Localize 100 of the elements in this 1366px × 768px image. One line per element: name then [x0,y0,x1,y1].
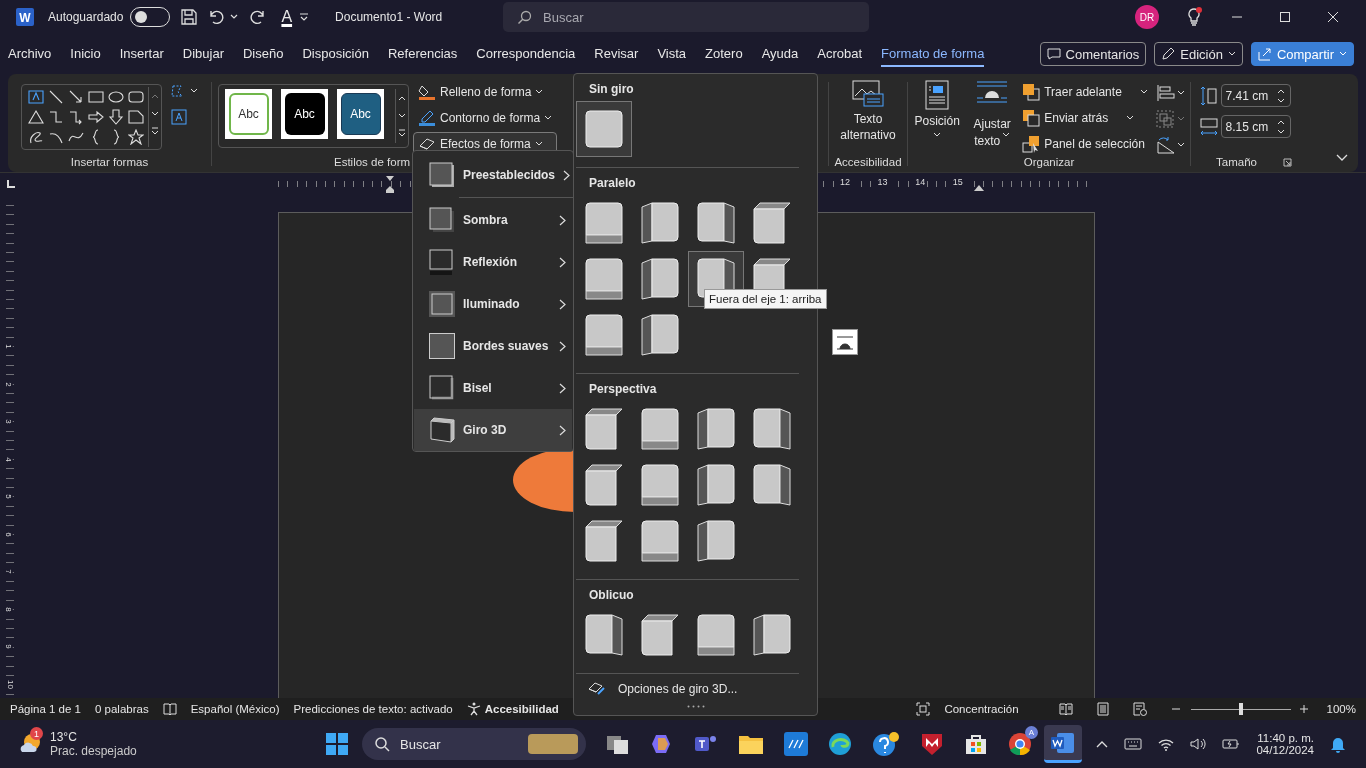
wifi-icon[interactable] [1158,737,1175,751]
bring-forward-button[interactable]: Traer adelante [1022,80,1148,104]
menu-item[interactable]: Bisel [414,367,572,409]
word-taskbar-button[interactable] [1044,725,1082,763]
position-button[interactable]: Posición [912,80,963,138]
ribbon-tab[interactable]: Referencias [387,41,458,67]
start-icon[interactable] [326,733,348,755]
send-backward-button[interactable]: Enviar atrás [1022,106,1148,130]
wrap-text-button[interactable]: Ajustar texto [970,80,1015,150]
text-box-icon[interactable] [170,108,188,126]
browser-icon[interactable] [1008,732,1032,756]
format-button[interactable]: Contorno de forma [413,106,558,129]
accessibility-icon[interactable] [466,702,481,716]
elbow-arrow-icon[interactable] [68,109,84,125]
ribbon-tab[interactable]: Archivo [8,41,52,67]
spinner-arrows-icon[interactable] [1276,118,1285,135]
ribbon-tab[interactable]: Zotero [705,41,743,67]
clock[interactable]: 11:40 p. m. 04/12/2024 [1256,732,1314,756]
style-swatch[interactable]: Abc [340,93,381,135]
shield-icon[interactable] [920,732,944,756]
share-button[interactable]: Compartir [1250,42,1354,66]
chevron-up-icon[interactable] [1096,740,1109,748]
triangle-icon[interactable] [28,109,44,125]
comments-button[interactable]: Comentarios [1039,42,1147,66]
notification-bell-icon[interactable] [1330,735,1346,753]
ribbon-tab[interactable]: Dibujar [182,41,224,67]
layout-options-icon[interactable] [832,329,858,355]
indent-marker-icon[interactable] [385,175,395,193]
print-layout-icon[interactable] [1096,702,1109,716]
group-objects-icon[interactable] [1155,110,1186,128]
store-icon[interactable] [964,732,988,756]
width-field[interactable]: 8.15 cm [1220,115,1291,138]
web-layout-icon[interactable] [1132,702,1147,716]
ribbon-tab[interactable]: Ayuda [761,41,799,67]
rotation-options-link[interactable]: Opciones de giro 3D... [574,677,817,701]
editing-button[interactable]: Edición [1154,42,1243,66]
volume-icon[interactable] [1190,737,1207,751]
selection-pane-button[interactable]: Panel de selección [1022,132,1148,156]
style-swatch[interactable]: Abc [284,93,325,135]
ribbon-tab[interactable]: Acrobat [817,41,863,67]
right-arrow-icon[interactable] [88,109,104,125]
elbow-connector-icon[interactable] [48,109,64,125]
maximize-icon[interactable] [1279,11,1292,23]
ribbon-tab[interactable]: Disposición [302,41,369,67]
text-box-icon[interactable] [28,89,44,105]
rotate-icon[interactable] [1155,136,1186,154]
customize-caret-icon[interactable] [299,13,310,21]
user-avatar[interactable]: DR [1135,5,1160,29]
line-icon[interactable] [48,89,64,105]
menu-item[interactable]: Bordes suaves [414,325,572,367]
folder-icon[interactable] [738,733,764,755]
snip-shape-icon[interactable] [128,109,144,125]
word-count[interactable]: 0 palabras [95,703,149,715]
zoom-in-icon[interactable] [1298,704,1309,714]
text-predictions-label[interactable]: Predicciones de texto: activado [293,703,453,715]
freeform-icon[interactable] [28,129,44,145]
align-icon[interactable] [1155,84,1186,102]
resize-grip-icon[interactable] [686,705,705,708]
redo-icon[interactable] [248,8,267,26]
read-mode-icon[interactable] [1058,703,1073,715]
keyboard-icon[interactable] [1124,738,1143,750]
collapse-ribbon-icon[interactable] [1336,154,1348,162]
tab-stop-icon[interactable] [7,180,15,188]
book-icon[interactable] [162,703,177,715]
height-field[interactable]: 7.41 cm [1220,84,1291,107]
ribbon-tab[interactable]: Revisar [594,41,639,67]
page-count[interactable]: Página 1 de 1 [10,703,81,715]
zoom-slider-thumb[interactable] [1238,703,1243,715]
down-arrow-icon[interactable] [108,109,124,125]
dialog-launcher-icon[interactable] [1282,157,1292,167]
ribbon-tab[interactable]: Correspondencia [476,41,576,67]
menu-item[interactable]: Sombra [414,199,572,241]
rectangle-icon[interactable] [88,89,104,105]
star-icon[interactable] [128,129,144,145]
right-indent-icon[interactable] [974,185,984,191]
task-view-icon[interactable] [606,733,630,755]
rotation-preset-option[interactable] [576,101,632,157]
focus-label[interactable]: Concentración [944,703,1019,715]
ribbon-tab[interactable]: Insertar [119,41,164,67]
spinner-arrows-icon[interactable] [1276,87,1285,104]
search-field[interactable]: Buscar [503,2,870,32]
ribbon-tab[interactable]: Formato de forma [881,41,985,67]
format-button[interactable]: Relleno de forma [413,80,558,103]
menu-item[interactable]: Reflexión [414,241,572,283]
battery-icon[interactable] [1222,738,1241,750]
lightbulb-icon[interactable] [1185,7,1204,27]
ribbon-tab[interactable]: Inicio [70,41,101,67]
menu-item[interactable]: Preestablecidos [414,154,572,196]
arrow-icon[interactable] [68,89,84,105]
menu-item[interactable]: Giro 3D [414,409,572,451]
caret-icon[interactable] [230,14,239,20]
save-icon[interactable] [180,8,199,26]
help-icon[interactable] [872,731,900,757]
menu-item[interactable]: Iluminado [414,283,572,325]
style-swatch[interactable]: Abc [228,93,269,135]
alt-text-button[interactable]: Texto alternativo [833,80,903,143]
ribbon-tab[interactable]: Vista [657,41,687,67]
language-label[interactable]: Español (México) [190,703,280,715]
focus-icon[interactable] [916,702,931,716]
zoom-percent[interactable]: 100% [1326,703,1356,715]
